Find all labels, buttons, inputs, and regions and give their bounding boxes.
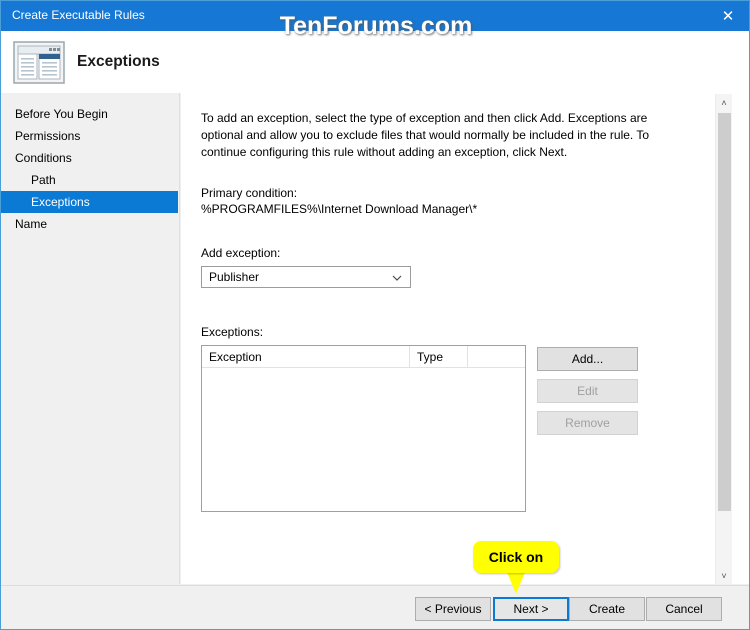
- callout-bubble: Click on: [473, 541, 559, 573]
- sidebar-item-exceptions[interactable]: Exceptions: [1, 191, 178, 213]
- scroll-up-icon[interactable]: ˄: [716, 94, 732, 111]
- window-title: Create Executable Rules: [12, 8, 145, 22]
- sidebar-item-path[interactable]: Path: [1, 169, 180, 191]
- title-bar: Create Executable Rules ✕: [1, 1, 749, 31]
- previous-button[interactable]: < Previous: [415, 597, 491, 621]
- content-scrollbar[interactable]: ˄ ˅: [715, 94, 732, 584]
- exception-type-value: Publisher: [209, 270, 260, 284]
- remove-button: Remove: [537, 411, 638, 435]
- sidebar-item-name[interactable]: Name: [1, 213, 180, 235]
- header-band: Exceptions: [1, 31, 749, 93]
- exceptions-listbox[interactable]: Exception Type: [201, 345, 526, 512]
- exceptions-label: Exceptions:: [201, 325, 264, 339]
- exceptions-table-header: Exception Type: [202, 346, 525, 368]
- content-pane: To add an exception, select the type of …: [181, 93, 749, 584]
- close-icon[interactable]: ✕: [705, 1, 749, 31]
- rule-window-icon: [13, 41, 65, 84]
- column-header-exception[interactable]: Exception: [202, 346, 410, 368]
- primary-condition-value: %PROGRAMFILES%\Internet Download Manager…: [201, 202, 478, 216]
- callout-tail: [507, 572, 525, 594]
- column-header-type[interactable]: Type: [410, 346, 468, 368]
- wizard-steps-sidebar: Before You Begin Permissions Conditions …: [1, 93, 180, 584]
- chevron-down-icon: [391, 271, 403, 283]
- add-exception-label: Add exception:: [201, 246, 281, 260]
- edit-button: Edit: [537, 379, 638, 403]
- primary-condition-label: Primary condition:: [201, 186, 298, 200]
- create-button[interactable]: Create: [569, 597, 645, 621]
- page-title: Exceptions: [77, 53, 160, 70]
- exception-type-dropdown[interactable]: Publisher: [201, 266, 411, 288]
- callout-text: Click on: [488, 549, 544, 565]
- sidebar-item-before-you-begin[interactable]: Before You Begin: [1, 103, 180, 125]
- next-button[interactable]: Next >: [493, 597, 569, 621]
- create-executable-rules-window: Create Executable Rules ✕ TenForums.com: [0, 0, 750, 630]
- add-button[interactable]: Add...: [537, 347, 638, 371]
- scroll-down-icon[interactable]: ˅: [716, 567, 732, 584]
- sidebar-item-permissions[interactable]: Permissions: [1, 125, 180, 147]
- scrollbar-thumb[interactable]: [718, 113, 731, 511]
- footer-bar: < Previous Next > Create Cancel: [1, 585, 749, 629]
- intro-description: To add an exception, select the type of …: [201, 111, 650, 159]
- sidebar-item-conditions[interactable]: Conditions: [1, 147, 180, 169]
- cancel-button[interactable]: Cancel: [646, 597, 722, 621]
- column-header-extra[interactable]: [468, 346, 525, 368]
